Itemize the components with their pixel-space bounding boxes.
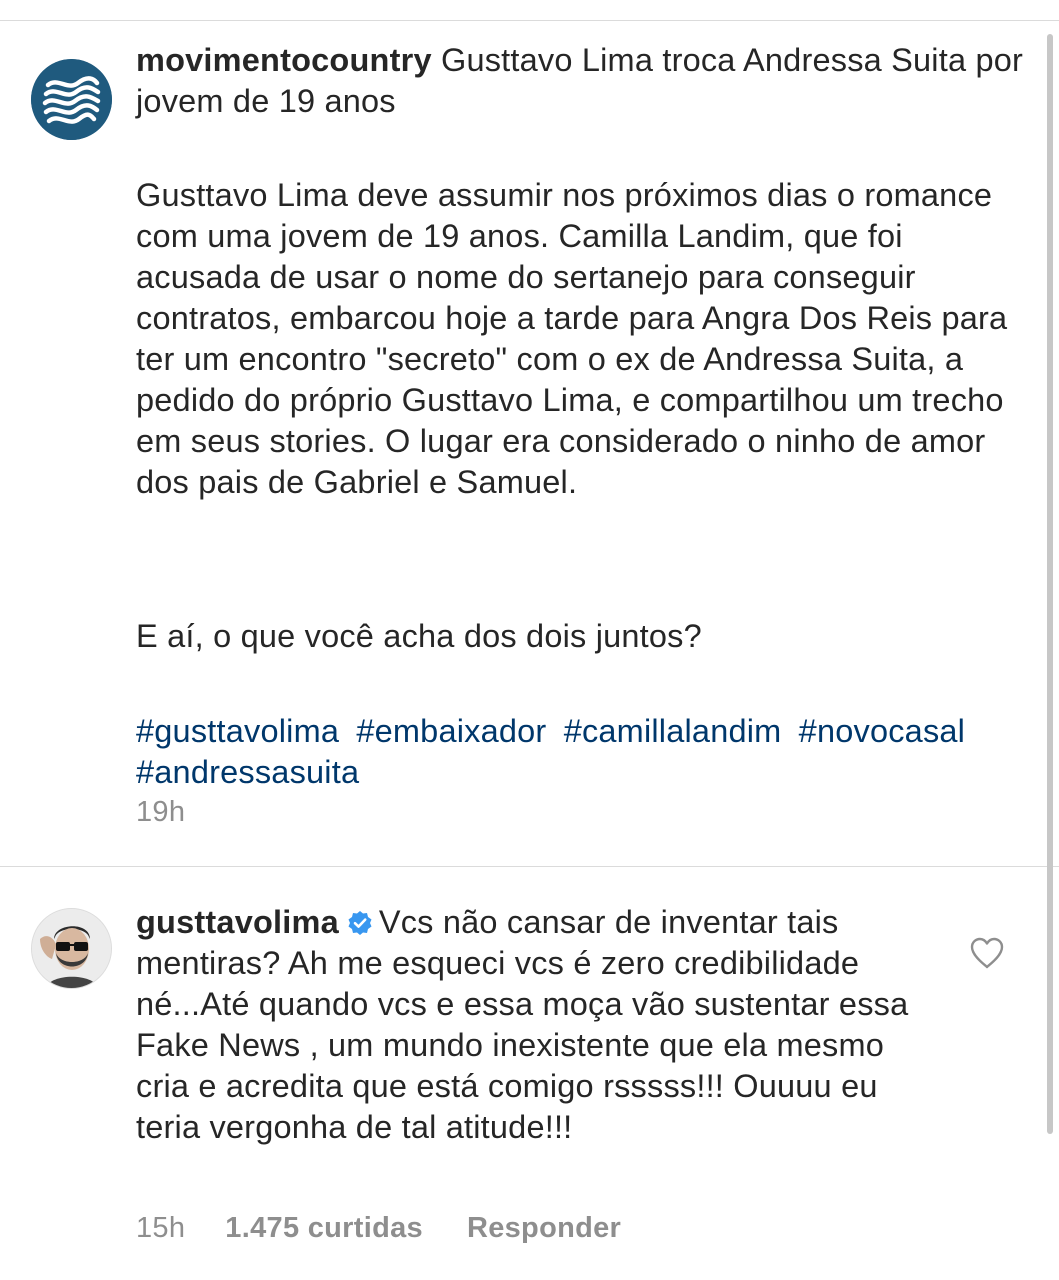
comment-username[interactable]: gusttavolima <box>136 904 339 940</box>
post-question: E aí, o que você acha dos dois juntos? <box>136 618 702 654</box>
comment-item: gusttavolima Vcs não cansar de inventar … <box>0 867 1059 1280</box>
hashtag-link[interactable]: #gusttavolima <box>136 713 339 749</box>
reply-button[interactable]: Responder <box>467 1212 621 1244</box>
movimentocountry-avatar[interactable] <box>31 59 112 140</box>
scrollbar-thumb[interactable] <box>1047 34 1053 1134</box>
hashtag-link[interactable]: #andressasuita <box>136 754 359 790</box>
comment-timestamp[interactable]: 15h <box>136 1212 185 1244</box>
user-photo-avatar <box>32 909 111 988</box>
post-body: Gusttavo Lima deve assumir nos próximos … <box>136 177 1008 500</box>
gusttavolima-avatar[interactable] <box>31 908 112 989</box>
waves-logo-icon <box>31 59 112 140</box>
hashtag-list: #gusttavolima #embaixador #camillalandim… <box>136 711 1026 793</box>
comment-body: gusttavolima Vcs não cansar de inventar … <box>136 902 926 1148</box>
caption-header: movimentocountry Gusttavo Lima troca And… <box>136 40 1026 122</box>
post-caption: movimentocountry Gusttavo Lima troca And… <box>0 20 1059 866</box>
scrollbar[interactable] <box>1047 30 1053 1260</box>
hashtag-link[interactable]: #novocasal <box>799 713 965 749</box>
comment-likes-count[interactable]: 1.475 curtidas <box>225 1212 423 1244</box>
comment-meta: 15h 1.475 curtidas Responder <box>136 1212 621 1245</box>
post-username[interactable]: movimentocountry <box>136 42 432 78</box>
heart-outline-icon[interactable] <box>969 936 1005 970</box>
hashtag-link[interactable]: #camillalandim <box>564 713 782 749</box>
hashtag-link[interactable]: #embaixador <box>356 713 546 749</box>
post-timestamp[interactable]: 19h <box>136 796 185 829</box>
comment-text: Vcs não cansar de inventar tais mentiras… <box>136 904 909 1145</box>
verified-badge-icon <box>348 911 372 935</box>
